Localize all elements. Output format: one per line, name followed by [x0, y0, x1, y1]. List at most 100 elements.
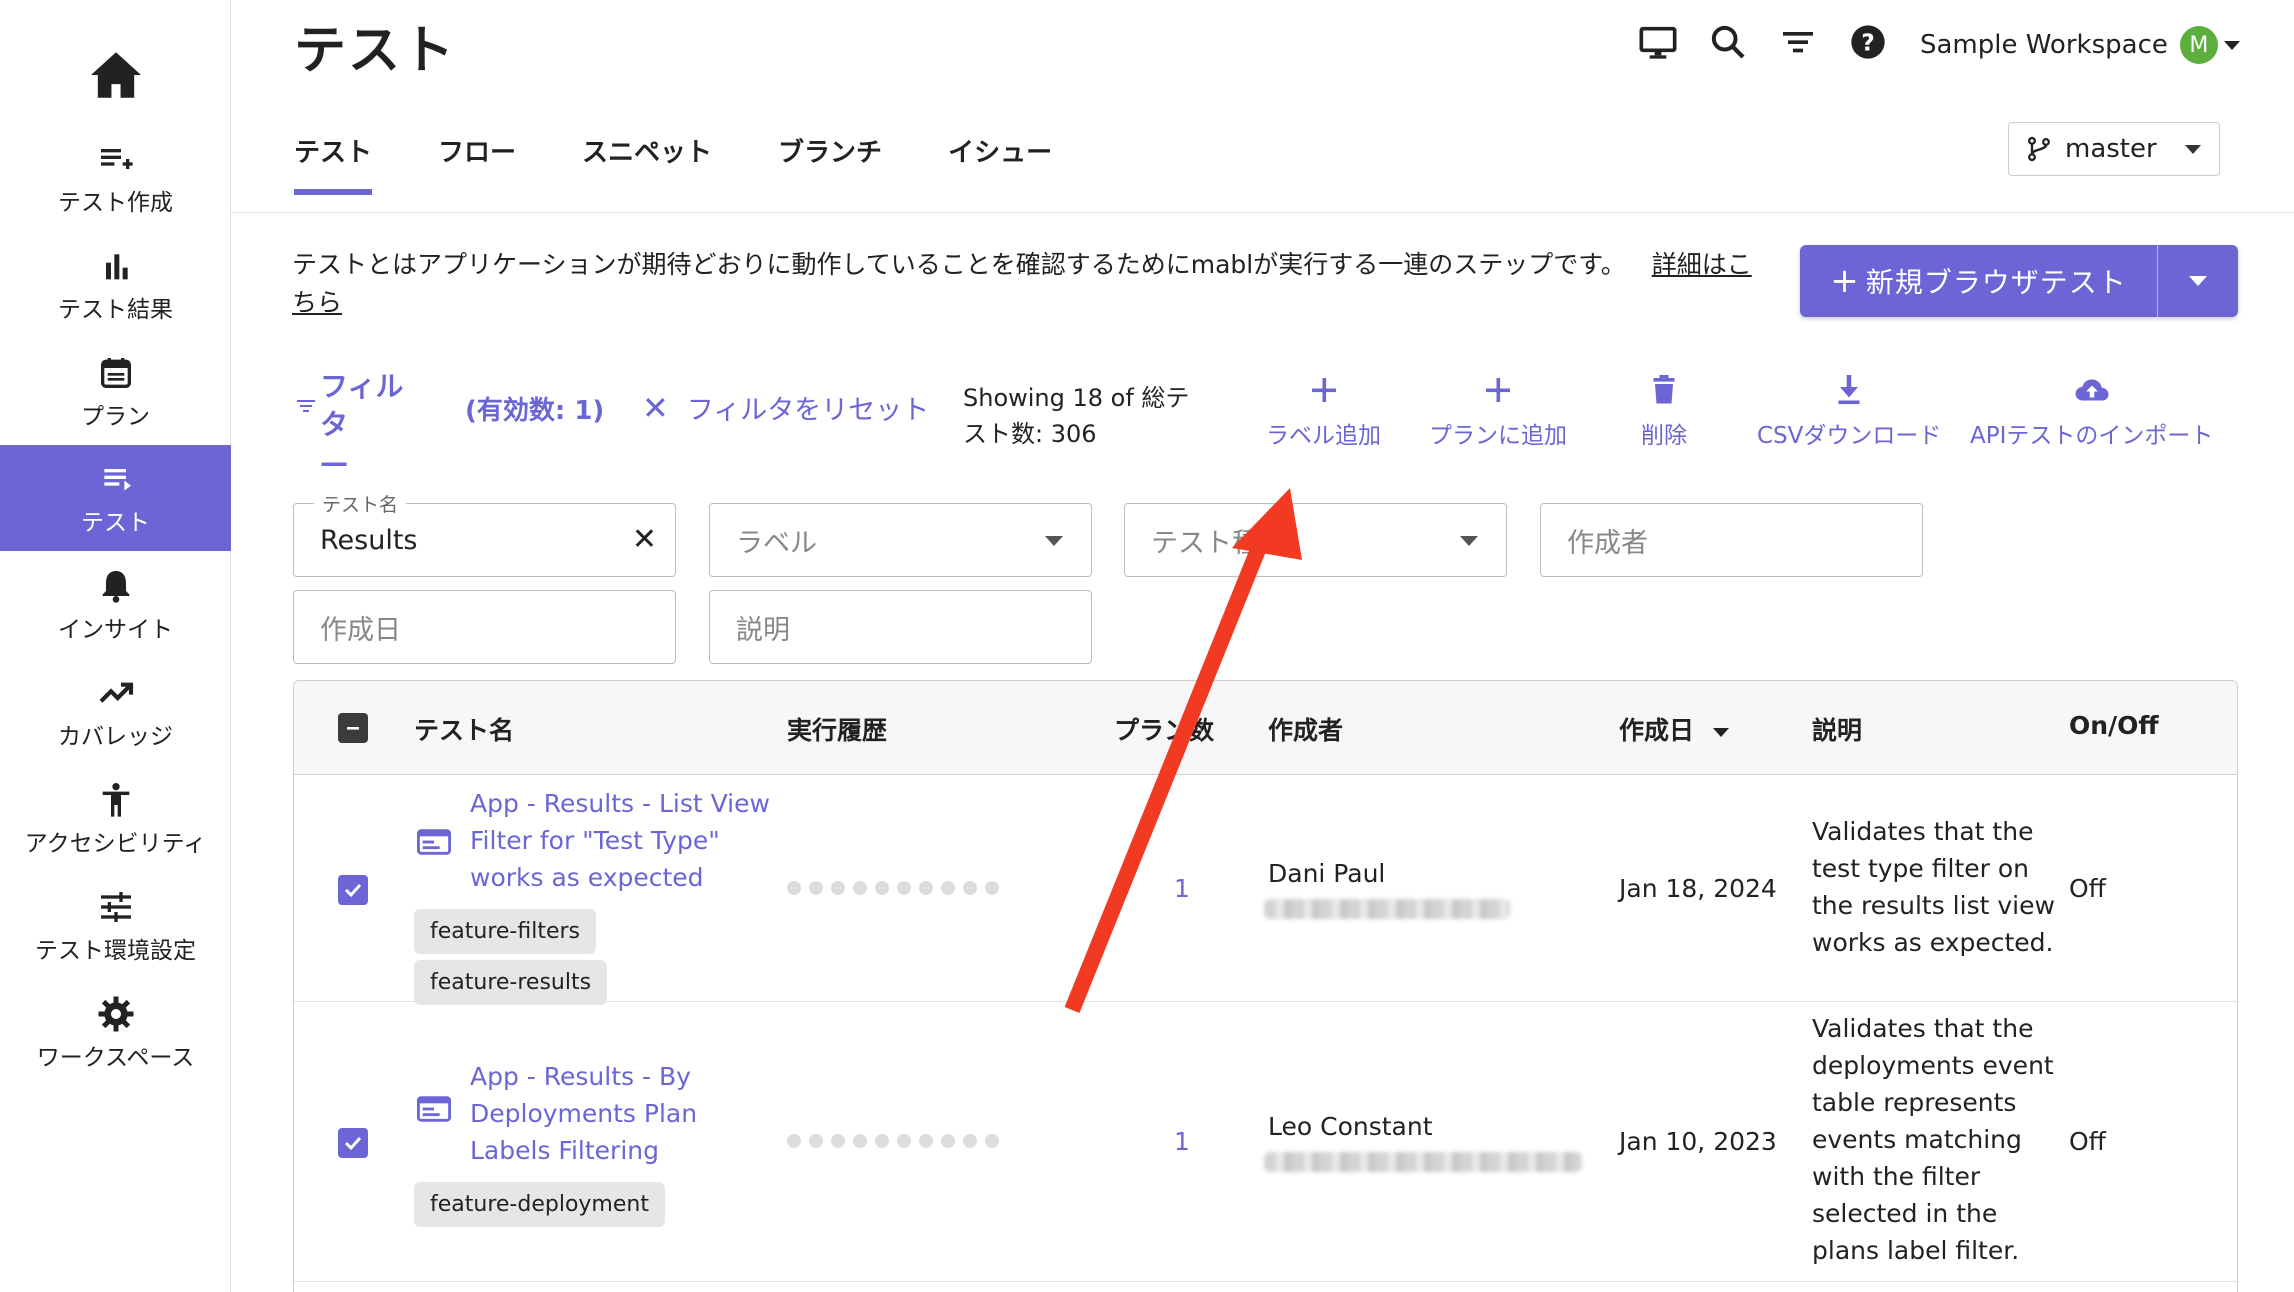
label-list: feature-deployment: [414, 1176, 665, 1227]
page-description: テストとはアプリケーションが期待どおりに動作していることを確認するためにmabl…: [292, 246, 1792, 322]
plus-icon: [1486, 378, 1510, 402]
chevron-down-icon: [2185, 145, 2201, 154]
label-filter[interactable]: ラベル: [709, 503, 1092, 577]
new-test-dropdown-button[interactable]: [2158, 276, 2238, 286]
sidebar-item-insights[interactable]: インサイト: [0, 552, 231, 658]
add-to-plan-button[interactable]: プランに追加: [1429, 372, 1567, 450]
author-name: Dani Paul: [1268, 859, 1386, 888]
sidebar-item-environments[interactable]: テスト環境設定: [0, 873, 231, 979]
sidebar-item-workspace[interactable]: ワークスペース: [0, 980, 231, 1086]
row-checkbox[interactable]: [338, 875, 368, 905]
browser-test-icon: [417, 829, 451, 855]
api-import-button[interactable]: APIテストのインポート: [1970, 372, 2213, 450]
playlist-add-icon: [100, 149, 133, 169]
test-name-link[interactable]: App - Results - List View Filter for "Te…: [470, 785, 770, 896]
test-name-link[interactable]: App - Results - By Deployments Plan Labe…: [470, 1058, 697, 1169]
tab-snippets[interactable]: スニペット: [582, 132, 712, 195]
label-tag[interactable]: feature-deployment: [414, 1182, 665, 1227]
col-header-name[interactable]: テスト名: [414, 711, 514, 747]
filter-collapse-dash: —: [320, 446, 348, 479]
tab-flows[interactable]: フロー: [438, 132, 516, 195]
author-name: Leo Constant: [1268, 1112, 1433, 1141]
showing-count: Showing 18 of 総テ スト数: 306: [963, 380, 1203, 452]
sidebar-item-label: インサイト: [58, 617, 173, 643]
description-line: events matching: [1812, 1125, 2022, 1154]
table-row[interactable]: App - Results - List View Filter for "Te…: [294, 775, 2237, 1005]
tab-branches[interactable]: ブランチ: [778, 132, 882, 195]
chevron-down-icon: [2189, 276, 2207, 286]
learn-more-link-cont[interactable]: ちら: [292, 288, 342, 317]
workspace-selector[interactable]: Sample Workspace M: [1920, 26, 2240, 64]
sidebar-item-test-results[interactable]: テスト結果: [0, 232, 231, 338]
new-browser-test-button[interactable]: + 新規ブラウザテスト: [1800, 245, 2238, 317]
monitor-button[interactable]: [1636, 20, 1680, 64]
test-name-filter-value: Results: [320, 524, 418, 556]
close-icon: ✕: [642, 388, 669, 427]
description-line: deployments event: [1812, 1051, 2054, 1080]
sidebar-item-label: プラン: [81, 404, 150, 430]
search-button[interactable]: [1706, 20, 1750, 64]
test-type-filter-placeholder: テスト種: [1151, 527, 1259, 559]
label-tag[interactable]: feature-filters: [414, 909, 597, 954]
chevron-down-icon: [1460, 536, 1478, 546]
sidebar-item-accessibility[interactable]: アクセシビリティ: [0, 766, 231, 872]
plans-count-link[interactable]: 1: [1174, 870, 1190, 907]
col-header-onoff[interactable]: On/Off: [2069, 711, 2159, 740]
tab-issues[interactable]: イシュー: [948, 132, 1052, 195]
home-button[interactable]: [0, 40, 231, 110]
page-title: テスト: [294, 21, 457, 81]
sidebar-item-label: テスト環境設定: [35, 938, 196, 964]
test-name-filter[interactable]: テスト名 Results ✕: [293, 490, 676, 577]
sidebar-item-label: ワークスペース: [36, 1045, 195, 1071]
description-filter[interactable]: 説明: [709, 590, 1092, 664]
description-line: table represents: [1812, 1088, 2017, 1117]
csv-download-button[interactable]: CSVダウンロード: [1757, 372, 1941, 450]
sidebar-item-tests[interactable]: テスト: [0, 445, 231, 551]
sidebar-item-create-test[interactable]: テスト作成: [0, 125, 231, 231]
test-type-filter[interactable]: テスト種: [1124, 503, 1507, 577]
sidebar-item-plans[interactable]: プラン: [0, 339, 231, 445]
avatar: M: [2179, 26, 2218, 64]
col-header-plans[interactable]: プラン数: [1114, 711, 1214, 747]
add-label-button[interactable]: ラベル追加: [1266, 372, 1381, 450]
plus-icon: [1311, 378, 1336, 402]
col-header-author[interactable]: 作成者: [1268, 711, 1343, 747]
author-email-redacted: [1264, 899, 1510, 919]
sidebar-item-label: テスト結果: [58, 297, 173, 323]
header-toolbar: ?: [1636, 20, 1916, 64]
sidebar-item-coverage[interactable]: カバレッジ: [0, 659, 231, 765]
delete-button[interactable]: 削除: [1641, 372, 1687, 450]
branch-select[interactable]: master: [2008, 122, 2220, 176]
search-icon: [1711, 25, 1745, 59]
col-header-created[interactable]: 作成日: [1619, 711, 1729, 747]
reset-filter-button[interactable]: ✕ フィルタをリセット: [642, 388, 929, 427]
trash-icon: [1653, 375, 1675, 404]
browser-test-icon: [417, 1096, 451, 1122]
filter-toggle[interactable]: フィルタ —: [294, 368, 430, 482]
onoff-status[interactable]: Off: [2069, 1123, 2106, 1160]
onoff-status[interactable]: Off: [2069, 870, 2106, 907]
list-icon: [103, 469, 131, 491]
tab-tests[interactable]: テスト: [294, 132, 373, 195]
author-filter[interactable]: 作成者: [1540, 503, 1923, 577]
description-filter-placeholder: 説明: [736, 614, 790, 646]
label-tag[interactable]: feature-results: [414, 960, 608, 1005]
plans-count-link[interactable]: 1: [1174, 1123, 1190, 1160]
select-all-checkbox[interactable]: [338, 713, 368, 743]
sidebar: テスト作成 テスト結果 プラン テスト インサイト カバレッジ アクセシビリティ…: [0, 0, 231, 1292]
test-name-line: Filter for "Test Type": [470, 826, 720, 855]
description-line: Validates that the: [1812, 1014, 2034, 1043]
table-row[interactable]: App - Results - By Deployments Plan Labe…: [294, 1002, 2237, 1282]
run-history-dots: [787, 881, 1007, 895]
filter-button[interactable]: [1776, 20, 1820, 64]
clear-icon[interactable]: ✕: [632, 522, 657, 557]
help-button[interactable]: ?: [1846, 20, 1890, 64]
created-date-filter[interactable]: 作成日: [293, 590, 676, 664]
test-name-line: App - Results - By: [470, 1062, 691, 1091]
label-filter-placeholder: ラベル: [736, 527, 817, 559]
row-checkbox[interactable]: [338, 1128, 368, 1158]
new-browser-test-main[interactable]: + 新規ブラウザテスト: [1800, 245, 2158, 317]
learn-more-link[interactable]: 詳細はこ: [1652, 250, 1752, 279]
cloud-upload-icon: [2075, 379, 2109, 401]
delete-text: 削除: [1641, 423, 1687, 449]
